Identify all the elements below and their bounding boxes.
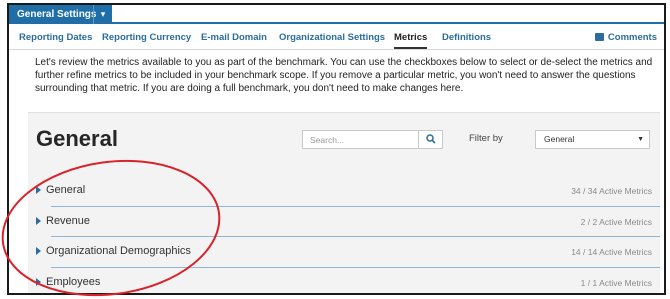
- search-icon: [426, 134, 436, 144]
- tab-metrics[interactable]: Metrics: [394, 32, 428, 49]
- top-bar: General Settings ▾: [9, 5, 664, 24]
- tab-reporting-dates[interactable]: Reporting Dates: [19, 32, 92, 43]
- settings-tabs: Reporting Dates Reporting Currency E-mai…: [9, 26, 664, 50]
- comments-button[interactable]: Comments: [594, 32, 657, 43]
- search-box: [302, 130, 443, 149]
- filter-value: General: [544, 134, 575, 144]
- metric-group-label: General: [46, 184, 86, 196]
- metric-group-label: Organizational Demographics: [46, 245, 191, 257]
- expand-arrow-icon[interactable]: [36, 277, 41, 286]
- metric-groups-list: General 34 / 34 Active Metrics Revenue 2…: [28, 176, 660, 294]
- active-metrics-count: 14 / 14 Active Metrics: [571, 247, 652, 257]
- tab-organizational-settings[interactable]: Organizational Settings: [279, 32, 385, 43]
- tab-email-domain[interactable]: E-mail Domain: [201, 32, 267, 43]
- app-frame: General Settings ▾ Reporting Dates Repor…: [7, 3, 666, 295]
- intro-text: Let's review the metrics available to yo…: [35, 57, 653, 94]
- page-title: General: [36, 126, 118, 151]
- expand-arrow-icon[interactable]: [36, 216, 41, 225]
- metric-group-row[interactable]: Organizational Demographics 14 / 14 Acti…: [28, 237, 660, 268]
- general-settings-label: General Settings: [17, 9, 97, 20]
- active-metrics-count: 2 / 2 Active Metrics: [580, 216, 652, 227]
- comment-icon: [594, 33, 604, 41]
- dropdown-caret-icon: ▼: [637, 136, 644, 143]
- filter-label: Filter by: [469, 133, 503, 144]
- metric-group-row[interactable]: General 34 / 34 Active Metrics: [28, 176, 660, 207]
- chevron-down-icon[interactable]: ▾: [93, 5, 112, 24]
- expand-arrow-icon[interactable]: [36, 247, 41, 255]
- search-input[interactable]: [303, 131, 417, 148]
- metric-group-label: Revenue: [46, 214, 91, 227]
- metric-group-label: Employees: [46, 275, 101, 288]
- tab-reporting-currency[interactable]: Reporting Currency: [102, 32, 191, 43]
- comments-label: Comments: [607, 32, 657, 43]
- tab-definitions[interactable]: Definitions: [442, 32, 491, 43]
- search-button[interactable]: [418, 131, 442, 148]
- filter-select[interactable]: General ▼: [535, 130, 650, 149]
- active-metrics-count: 1 / 1 Active Metrics: [580, 277, 652, 288]
- metrics-panel: General Filter by General ▼ General 34 /…: [28, 112, 660, 294]
- metric-group-row[interactable]: Employees 1 / 1 Active Metrics: [28, 268, 660, 294]
- active-metrics-count: 34 / 34 Active Metrics: [571, 186, 652, 196]
- expand-arrow-icon[interactable]: [36, 186, 41, 194]
- metric-group-row[interactable]: Revenue 2 / 2 Active Metrics: [28, 207, 660, 237]
